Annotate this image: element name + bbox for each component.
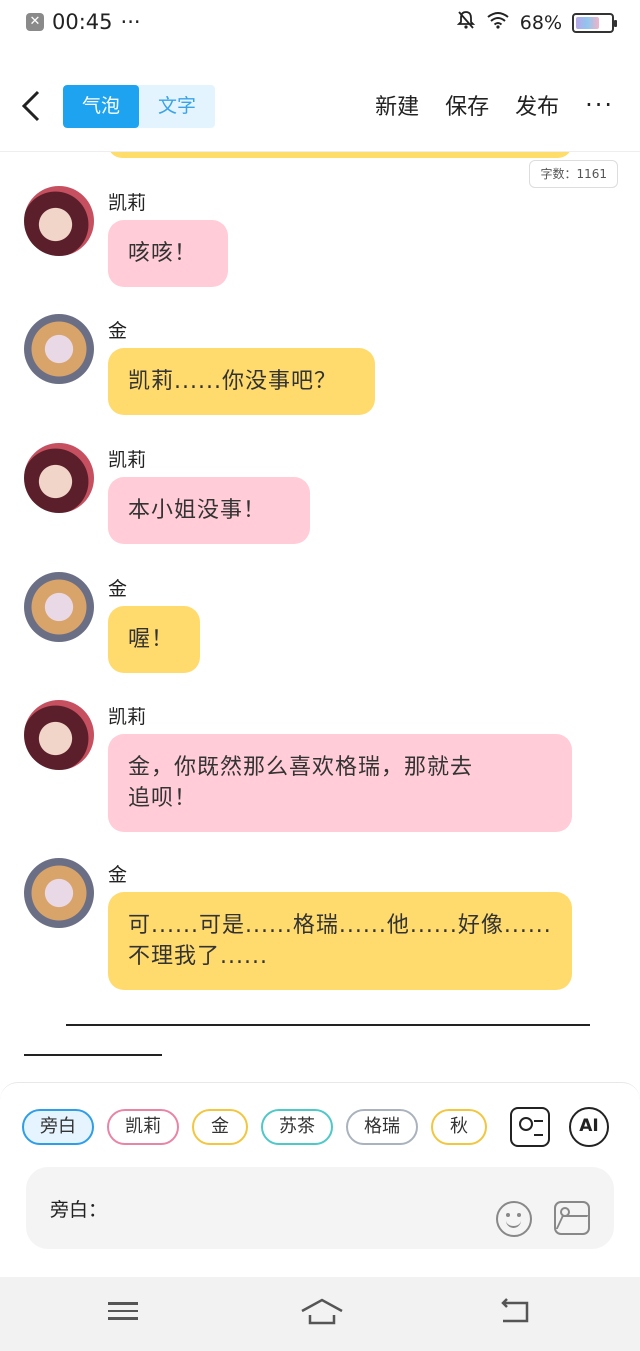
- character-selector: 旁白 凯莉金苏茶 格瑞秋: [22, 1109, 492, 1147]
- message-text: 可......可是......格瑞......他......好像......: [128, 913, 552, 938]
- avatar[interactable]: [24, 572, 94, 642]
- message-text: 咳咳！: [128, 241, 198, 266]
- publish-button[interactable]: 发布: [515, 89, 559, 121]
- silent-bell-icon: [456, 10, 476, 35]
- character-chip-autumn[interactable]: 秋: [431, 1109, 487, 1145]
- mode-switch: 气泡 文字: [63, 85, 215, 128]
- avatar[interactable]: [24, 186, 94, 256]
- back-icon[interactable]: [497, 1297, 533, 1327]
- speaker-name: 凯莉: [108, 706, 147, 728]
- top-toolbar: 气泡 文字 新建 保存 发布 ···: [0, 72, 640, 142]
- character-chip-sucha[interactable]: 苏茶: [261, 1109, 333, 1145]
- message-text: 本小姐没事！: [128, 498, 267, 523]
- message-bubble[interactable]: 可......可是......格瑞......他......好像...... 不…: [108, 892, 572, 990]
- home-icon[interactable]: [300, 1297, 344, 1327]
- contact-card-icon[interactable]: [510, 1107, 550, 1147]
- word-count-badge: 字数：1161: [529, 160, 618, 188]
- avatar[interactable]: [24, 700, 94, 770]
- back-arrow-icon[interactable]: [18, 86, 48, 126]
- avatar[interactable]: [24, 858, 94, 928]
- speaker-name: 金: [108, 320, 128, 342]
- message-bubble[interactable]: 本小姐没事！: [108, 477, 310, 544]
- more-options-button[interactable]: ···: [585, 91, 614, 119]
- system-nav-bar: [0, 1277, 640, 1351]
- message-text: 追呗！: [128, 786, 198, 811]
- message-text: 喔！: [128, 627, 175, 652]
- speaker-name: 凯莉: [108, 192, 147, 214]
- message-text: 不理我了......: [128, 944, 268, 969]
- avatar[interactable]: [24, 314, 94, 384]
- menu-icon[interactable]: [108, 1297, 144, 1327]
- tab-text[interactable]: 文字: [139, 85, 215, 128]
- emoji-icon[interactable]: [496, 1201, 532, 1237]
- wifi-icon: [486, 11, 510, 34]
- separator-line: [24, 1054, 162, 1056]
- status-time: 00:45: [52, 10, 113, 34]
- input-speaker-label: 旁白：: [50, 1199, 108, 1221]
- speaker-name: 凯莉: [108, 449, 147, 471]
- character-chip-narration[interactable]: 旁白: [22, 1109, 94, 1145]
- new-button[interactable]: 新建: [375, 89, 419, 121]
- message-text: 凯莉......你没事吧？: [128, 369, 337, 394]
- status-bar: ✕ 00:45 ··· 68%: [0, 0, 640, 50]
- character-chip-kelly[interactable]: 凯莉: [107, 1109, 179, 1145]
- message-bubble[interactable]: 咳咳！: [108, 220, 228, 287]
- speaker-name: 金: [108, 578, 128, 600]
- previous-message-bubble[interactable]: [108, 152, 572, 158]
- notification-close-icon: ✕: [26, 13, 44, 31]
- speaker-name: 金: [108, 864, 128, 886]
- save-button[interactable]: 保存: [445, 89, 489, 121]
- battery-level: [576, 16, 600, 29]
- avatar[interactable]: [24, 443, 94, 513]
- image-icon[interactable]: [554, 1201, 590, 1235]
- battery-icon: [572, 12, 617, 33]
- separator-line: [66, 1024, 590, 1026]
- message-input[interactable]: 旁白：: [26, 1167, 614, 1249]
- status-dots: ···: [120, 10, 141, 34]
- message-text: 金，你既然那么喜欢格瑞，那就去: [128, 755, 474, 780]
- app-screen: ✕ 00:45 ··· 68% 气泡 文字 新建 保存 发布 ··· 字数：11…: [0, 0, 640, 1351]
- battery-percent: 68%: [519, 11, 562, 34]
- character-chip-jin[interactable]: 金: [192, 1109, 248, 1145]
- chat-area[interactable]: 字数：1161 凯莉 咳咳！ 金 凯莉......你没事吧？ 凯莉 本小姐没事！…: [0, 152, 640, 1082]
- message-bubble[interactable]: 金，你既然那么喜欢格瑞，那就去 追呗！: [108, 734, 572, 832]
- message-bubble[interactable]: 凯莉......你没事吧？: [108, 348, 375, 415]
- tab-bubble[interactable]: 气泡: [63, 85, 139, 128]
- compose-panel: 旁白 凯莉金苏茶 格瑞秋 AI 旁白：: [0, 1082, 640, 1277]
- message-bubble[interactable]: 喔！: [108, 606, 200, 673]
- ai-icon[interactable]: AI: [569, 1107, 609, 1147]
- character-chip-gerui[interactable]: 格瑞: [346, 1109, 418, 1145]
